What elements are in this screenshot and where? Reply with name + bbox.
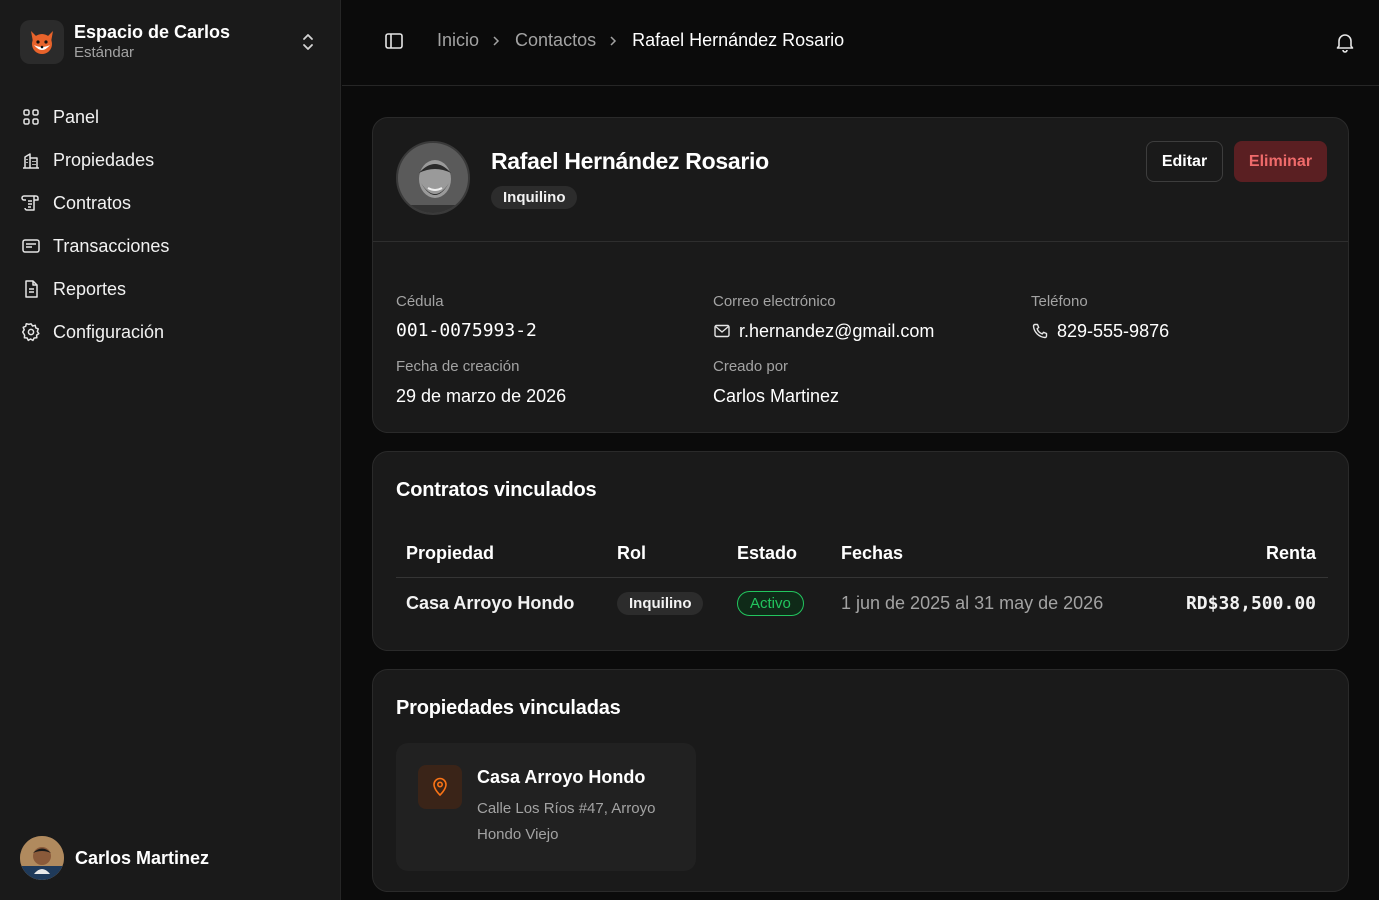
phone-icon [1031,322,1049,340]
field-label: Teléfono [1031,293,1088,310]
column-header: Renta [1265,543,1316,563]
map-pin-icon [418,765,462,809]
breadcrumb-current: Rafael Hernández Rosario [632,30,845,50]
top-header: Inicio Contactos Rafael Hernández Rosari… [342,0,1379,86]
sidebar-item-label: Panel [53,106,100,127]
sidebar-item-label: Contratos [53,192,132,213]
column-header: Fechas [841,543,904,563]
status-badge: Activo [737,590,804,616]
sidebar-item-label: Configuración [53,321,165,342]
sidebar-item-label: Transacciones [53,235,170,256]
section-title: Propiedades vinculadas [396,697,621,719]
sidebar-item-transacciones[interactable]: Transacciones [12,225,328,267]
field-value: 001-0075993-2 [396,320,537,341]
field-value-row: r.hernandez@gmail.com [713,319,934,343]
role-badge: Inquilino [617,591,704,615]
gear-icon [21,322,41,342]
bell-icon[interactable] [1333,30,1357,54]
chevron-right-icon [609,34,619,48]
breadcrumb-home[interactable]: Inicio [437,30,479,51]
sidebar-nav: Panel Propiedades Contratos Transaccione… [12,96,328,354]
breadcrumb: Inicio Contactos Rafael Hernández Rosari… [437,30,844,51]
field-created-by: Creado por Carlos Martinez [713,357,839,408]
table-header: Propiedad Rol Estado Fechas Renta [396,530,1328,578]
property-name: Casa Arroyo Hondo [477,767,646,787]
building-icon [21,150,41,170]
field-label: Cédula [396,293,444,310]
cell-dates: 1 jun de 2025 al 31 may de 2026 [841,592,1104,613]
column-header: Propiedad [406,543,495,563]
sidebar-item-reportes[interactable]: Reportes [12,268,328,310]
sidebar-item-contratos[interactable]: Contratos [12,182,328,224]
field-label: Creado por [713,358,789,375]
field-created-date: Fecha de creación 29 de marzo de 2026 [396,357,566,408]
column-header: Estado [737,543,798,563]
user-name: Carlos Martinez [75,847,210,868]
contact-type-badge: Inquilino [491,186,578,209]
field-label: Fecha de creación [396,358,520,375]
chevrons-up-down-icon[interactable] [296,30,320,54]
breadcrumb-contactos[interactable]: Contactos [515,30,596,51]
workspace-name: Espacio de Carlos [74,22,231,42]
edit-button[interactable]: Editar [1146,141,1223,182]
field-value: 29 de marzo de 2026 [396,386,567,406]
chevron-right-icon [492,34,502,48]
table-row[interactable]: Casa Arroyo Hondo Inquilino Activo 1 jun… [396,578,1328,628]
sidebar-item-label: Reportes [53,278,127,299]
workspace-logo [20,20,64,64]
sidebar-item-label: Propiedades [53,149,155,170]
workspace-plan: Estándar [74,44,135,61]
cell-property: Casa Arroyo Hondo [406,592,575,613]
field-email: Correo electrónico r.hernandez@gmail.com [713,292,934,343]
cell-rent: RD$38,500.00 [1185,592,1316,614]
field-phone: Teléfono 829-555-9876 [1031,292,1169,343]
field-value-row: 829-555-9876 [1031,319,1169,343]
mail-icon [713,322,731,340]
sidebar: Espacio de Carlos Estándar Panel Propied… [0,0,341,900]
section-title: Contratos vinculados [396,479,597,501]
linked-properties-card: Propiedades vinculadas Casa Arroyo Hondo… [372,669,1349,892]
user-menu[interactable]: Carlos Martinez [20,836,209,880]
sidebar-item-configuracion[interactable]: Configuración [12,311,328,353]
field-label: Correo electrónico [713,293,836,310]
email-link[interactable]: r.hernandez@gmail.com [739,319,934,343]
sidebar-item-panel[interactable]: Panel [12,96,328,138]
avatar [20,836,64,880]
contracts-table: Propiedad Rol Estado Fechas Renta Casa A… [396,530,1328,628]
divider [373,241,1348,242]
phone-link[interactable]: 829-555-9876 [1057,319,1169,343]
property-card[interactable]: Casa Arroyo Hondo Calle Los Ríos #47, Ar… [396,743,696,871]
sidebar-item-propiedades[interactable]: Propiedades [12,139,328,181]
linked-contracts-card: Contratos vinculados Propiedad Rol Estad… [372,451,1349,651]
file-text-icon [21,279,41,299]
contact-avatar [396,141,470,215]
property-address: Calle Los Ríos #47, Arroyo Hondo Viejo [477,800,656,843]
contact-detail-card: Rafael Hernández Rosario Inquilino Edita… [372,117,1349,433]
contact-name: Rafael Hernández Rosario [491,148,769,174]
field-value: Carlos Martinez [713,386,840,406]
workspace-switcher[interactable]: Espacio de Carlos Estándar [20,20,320,64]
fox-logo-icon [31,31,53,54]
delete-button[interactable]: Eliminar [1234,141,1327,182]
grid-icon [21,107,41,127]
sidebar-toggle-icon[interactable] [384,31,406,53]
scroll-icon [21,193,41,213]
receipt-icon [21,236,41,256]
field-cedula: Cédula 001-0075993-2 [396,292,537,343]
column-header: Rol [617,543,646,563]
